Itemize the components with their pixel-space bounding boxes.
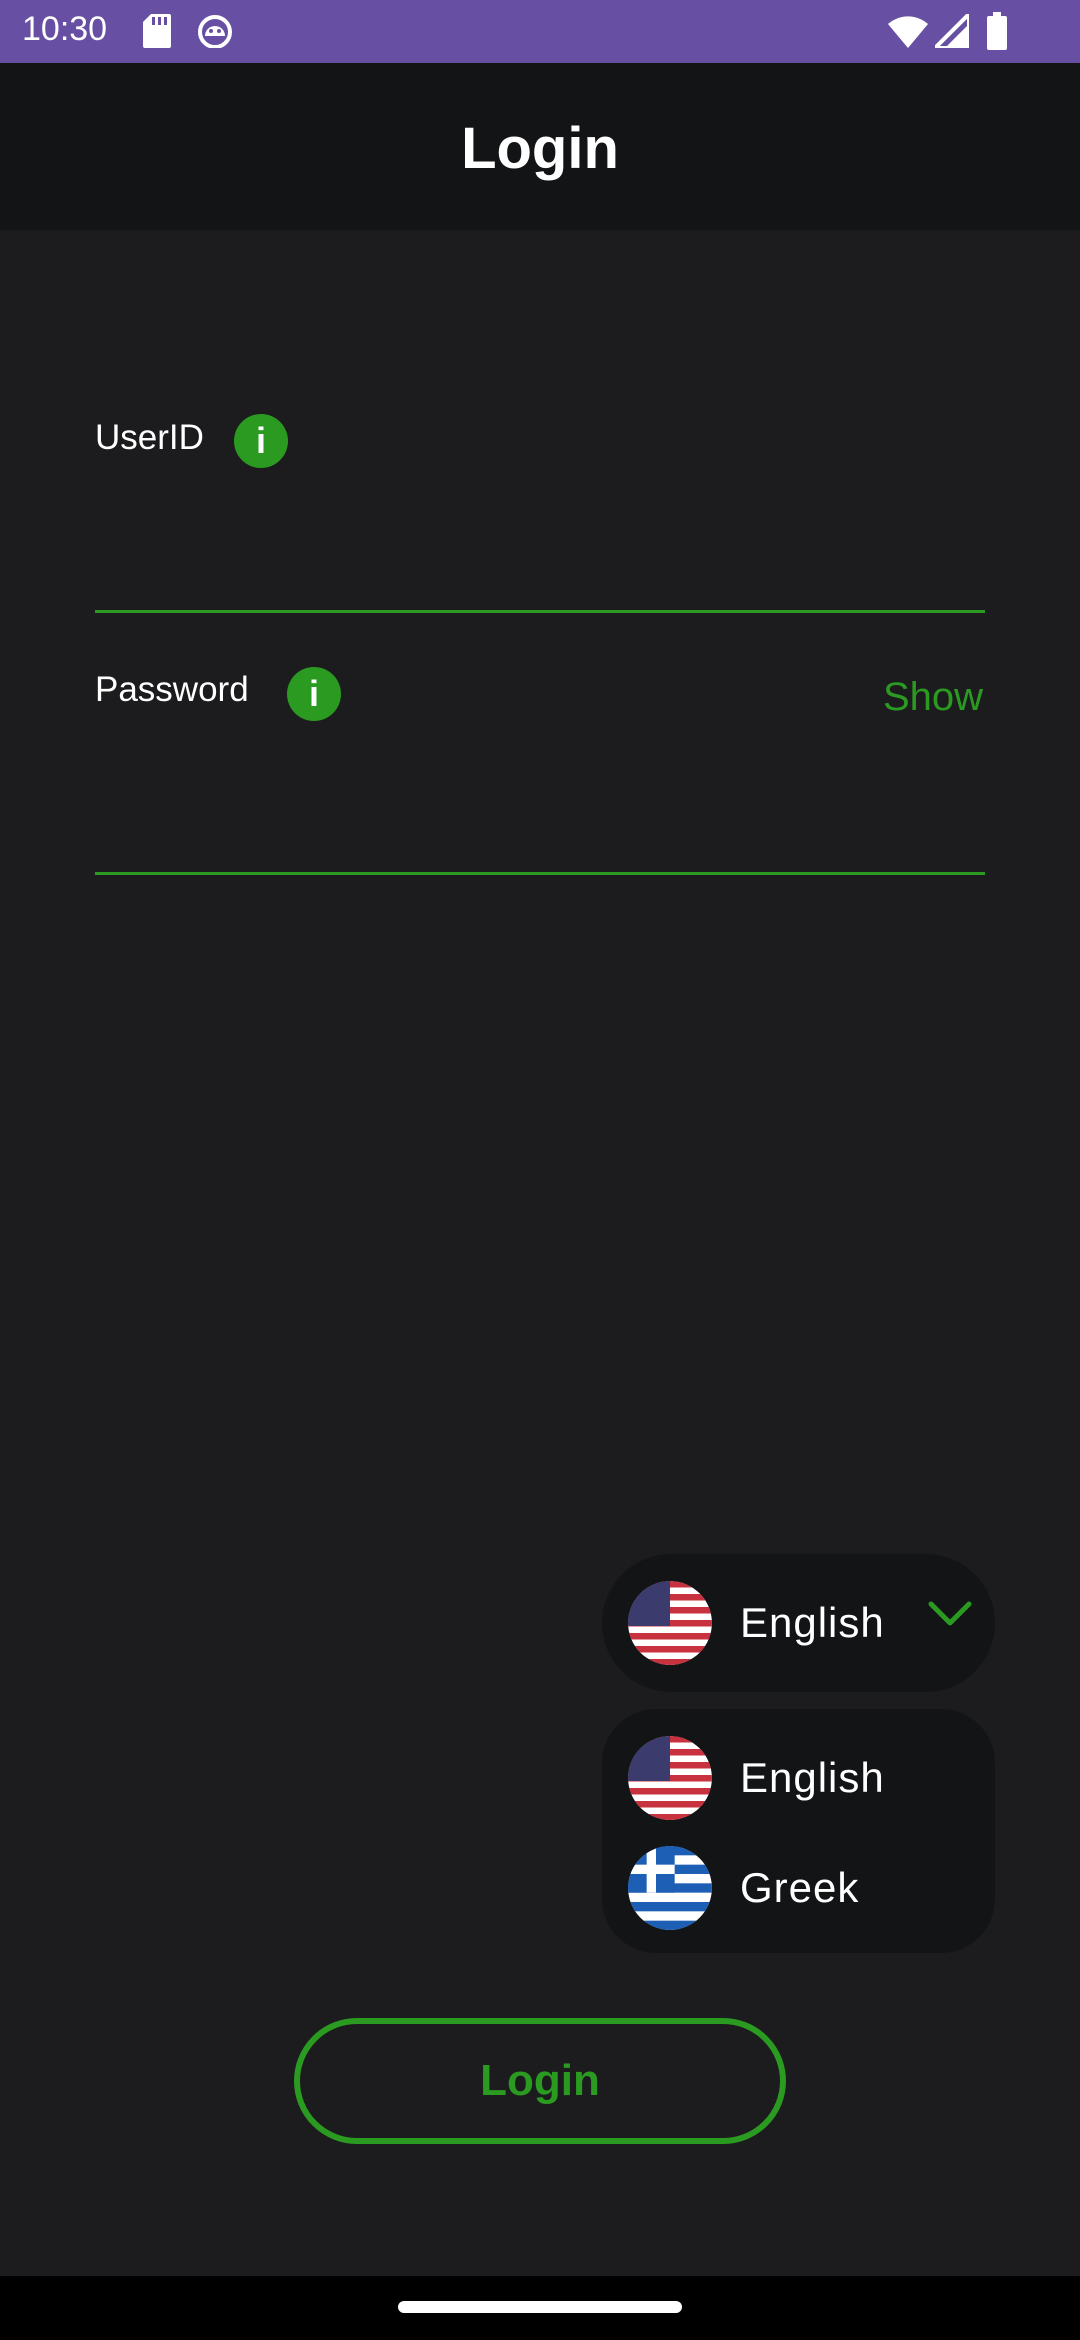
us-flag-icon bbox=[628, 1736, 712, 1820]
language-selected-label: English bbox=[740, 1599, 885, 1646]
top-app-bar: Login bbox=[0, 63, 1080, 230]
wifi-icon bbox=[888, 16, 928, 48]
language-option-label: Greek bbox=[740, 1864, 860, 1911]
signal-icon bbox=[935, 14, 969, 48]
status-time: 10:30 bbox=[22, 10, 108, 48]
show-password-button[interactable]: Show bbox=[883, 675, 983, 720]
greece-flag-icon bbox=[628, 1846, 712, 1930]
status-bar: 10:30 bbox=[0, 0, 1080, 63]
system-navigation-bar bbox=[0, 2276, 1080, 2340]
password-input[interactable] bbox=[95, 785, 985, 875]
language-option-english[interactable]: English bbox=[602, 1723, 995, 1833]
language-option-greek[interactable]: Greek bbox=[602, 1833, 995, 1943]
sd-card-icon bbox=[143, 14, 171, 48]
userid-input[interactable] bbox=[95, 523, 985, 613]
language-option-label: English bbox=[740, 1754, 885, 1801]
password-info-icon[interactable]: i bbox=[287, 667, 341, 721]
home-handle[interactable] bbox=[398, 2301, 682, 2313]
userid-info-icon[interactable]: i bbox=[234, 414, 288, 468]
chevron-down-icon bbox=[928, 1601, 972, 1626]
page-title: Login bbox=[461, 116, 619, 181]
language-options-menu: English Greek bbox=[602, 1709, 995, 1953]
userid-label: UserID bbox=[95, 418, 204, 457]
login-button[interactable]: Login bbox=[294, 2018, 786, 2144]
battery-icon bbox=[987, 12, 1007, 50]
language-dropdown[interactable]: English bbox=[602, 1554, 995, 1692]
android-debug-icon bbox=[198, 15, 232, 48]
us-flag-icon bbox=[628, 1581, 712, 1665]
password-label: Password bbox=[95, 670, 249, 709]
